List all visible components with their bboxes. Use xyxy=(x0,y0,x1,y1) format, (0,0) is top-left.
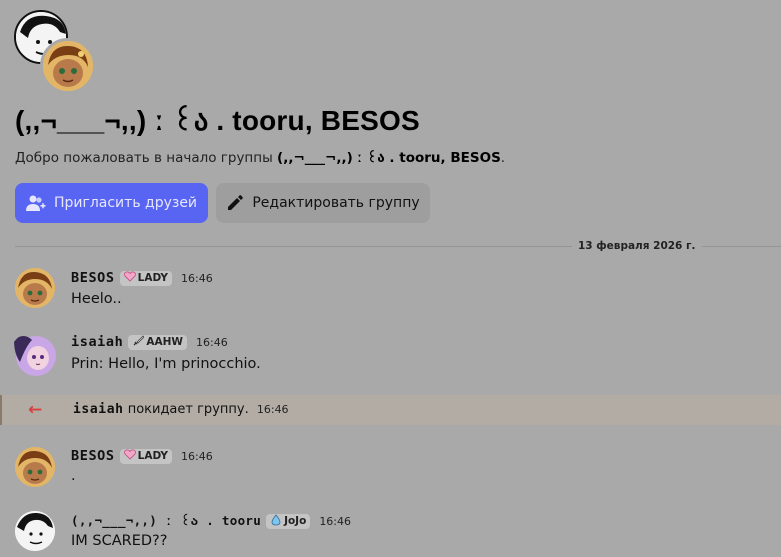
role-tag-label: JoJo xyxy=(284,515,307,527)
welcome-group-name: (,,¬___¬,,) ː ꒰ა . tooru, BESOS xyxy=(277,150,501,166)
author-name[interactable]: isaiah xyxy=(71,334,123,350)
author-name[interactable]: (,,¬___¬,,) ː ꒰ა . tooru xyxy=(71,513,261,529)
role-tag[interactable]: LADY xyxy=(119,448,173,464)
water-drop-icon xyxy=(270,513,282,529)
system-message-text: isaiah покидает группу. 16:46 xyxy=(73,402,289,417)
role-tag-label: LADY xyxy=(137,450,169,462)
message-timestamp: 16:46 xyxy=(196,335,228,349)
message-text: . xyxy=(71,468,76,484)
leave-arrow-icon: ← xyxy=(28,400,43,420)
system-timestamp: 16:46 xyxy=(256,403,289,416)
invite-friends-label: Пригласить друзей xyxy=(53,195,198,211)
message-header: BESOS LADY 16:46 xyxy=(71,270,213,286)
group-avatar-stack xyxy=(14,10,96,94)
group-title: (,,¬___¬,,) ː ꒰ა . tooru, BESOS xyxy=(15,105,420,136)
welcome-prefix: Добро пожаловать в начало группы xyxy=(15,150,278,166)
message-text: Prin: Hello, I'm prinocchio. xyxy=(71,356,261,372)
group-avatar-front xyxy=(40,38,96,94)
role-tag-label: AAHW xyxy=(146,336,183,348)
avatar[interactable] xyxy=(15,447,55,487)
author-name[interactable]: BESOS xyxy=(71,270,115,286)
author-name[interactable]: BESOS xyxy=(71,448,115,464)
edit-group-button[interactable]: Редактировать группу xyxy=(216,183,430,223)
message-header: BESOS LADY 16:46 xyxy=(71,448,213,464)
message-timestamp: 16:46 xyxy=(319,514,352,528)
message-header: (,,¬___¬,,) ː ꒰ა . tooru JoJo 16:46 xyxy=(71,513,351,529)
add-friend-icon xyxy=(25,194,46,212)
message-timestamp: 16:46 xyxy=(181,449,213,463)
edit-group-label: Редактировать группу xyxy=(252,195,420,211)
date-divider-label: 13 февраля 2026 г. xyxy=(572,240,702,252)
heart-icon xyxy=(123,271,136,285)
pencil-icon xyxy=(226,194,244,212)
heart-icon xyxy=(123,449,136,463)
system-message-leave: ← isaiah покидает группу. 16:46 xyxy=(0,395,781,425)
group-welcome-text: Добро пожаловать в начало группы (,,¬___… xyxy=(15,148,505,166)
message-header: isaiah AAHW 16:46 xyxy=(71,334,228,350)
message-text: IM SCARED?? xyxy=(71,533,168,549)
avatar[interactable] xyxy=(10,332,56,378)
welcome-suffix: . xyxy=(500,150,506,166)
system-action-text: покидает группу. xyxy=(123,402,249,417)
message-timestamp: 16:46 xyxy=(181,271,213,285)
role-tag[interactable]: AAHW xyxy=(128,334,187,350)
invite-friends-button[interactable]: Пригласить друзей xyxy=(15,183,208,223)
group-dm-view: (,,¬___¬,,) ː ꒰ა . tooru, BESOS Добро по… xyxy=(0,0,781,557)
role-tag-label: LADY xyxy=(137,272,169,284)
avatar[interactable] xyxy=(15,268,55,308)
avatar[interactable] xyxy=(15,511,55,551)
role-tag[interactable]: JoJo xyxy=(266,513,311,529)
system-user-name[interactable]: isaiah xyxy=(73,402,124,417)
message-text: Heelo.. xyxy=(71,291,122,307)
sword-icon xyxy=(132,335,145,350)
role-tag[interactable]: LADY xyxy=(119,270,173,286)
